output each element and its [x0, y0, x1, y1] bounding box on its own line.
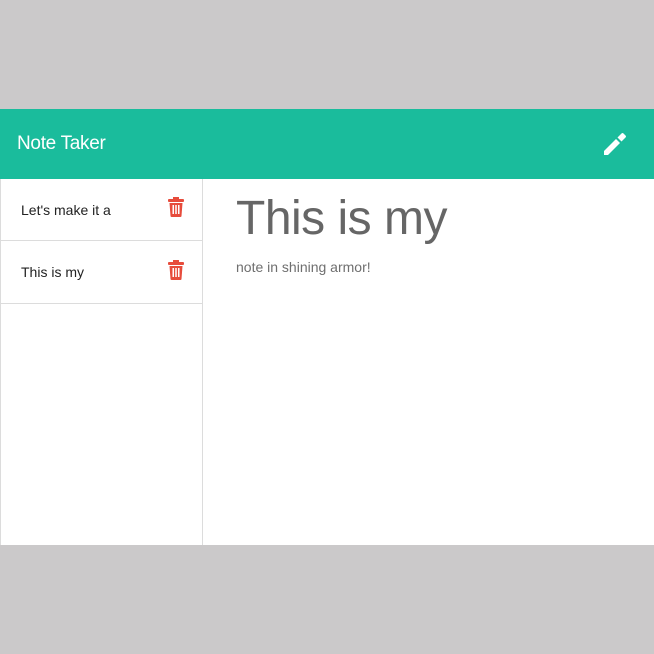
- trash-icon[interactable]: [167, 260, 185, 280]
- pencil-icon[interactable]: [598, 128, 630, 160]
- note-list-item-title[interactable]: Let's make it a: [21, 179, 111, 241]
- note-list-item[interactable]: Let's make it a: [1, 179, 202, 241]
- note-taker-app: Note Taker Let's make it a This is my Th…: [0, 109, 654, 545]
- notes-sidebar: Let's make it a This is my: [0, 179, 203, 545]
- trash-icon[interactable]: [167, 197, 185, 217]
- note-title-field[interactable]: This is my: [236, 191, 448, 247]
- note-text-field[interactable]: note in shining armor!: [236, 259, 371, 275]
- note-list-item-title[interactable]: This is my: [21, 241, 84, 303]
- navbar: Note Taker: [0, 109, 654, 179]
- note-list-item[interactable]: This is my: [1, 241, 202, 304]
- app-title[interactable]: Note Taker: [17, 109, 106, 179]
- note-editor: This is my note in shining armor!: [203, 179, 654, 545]
